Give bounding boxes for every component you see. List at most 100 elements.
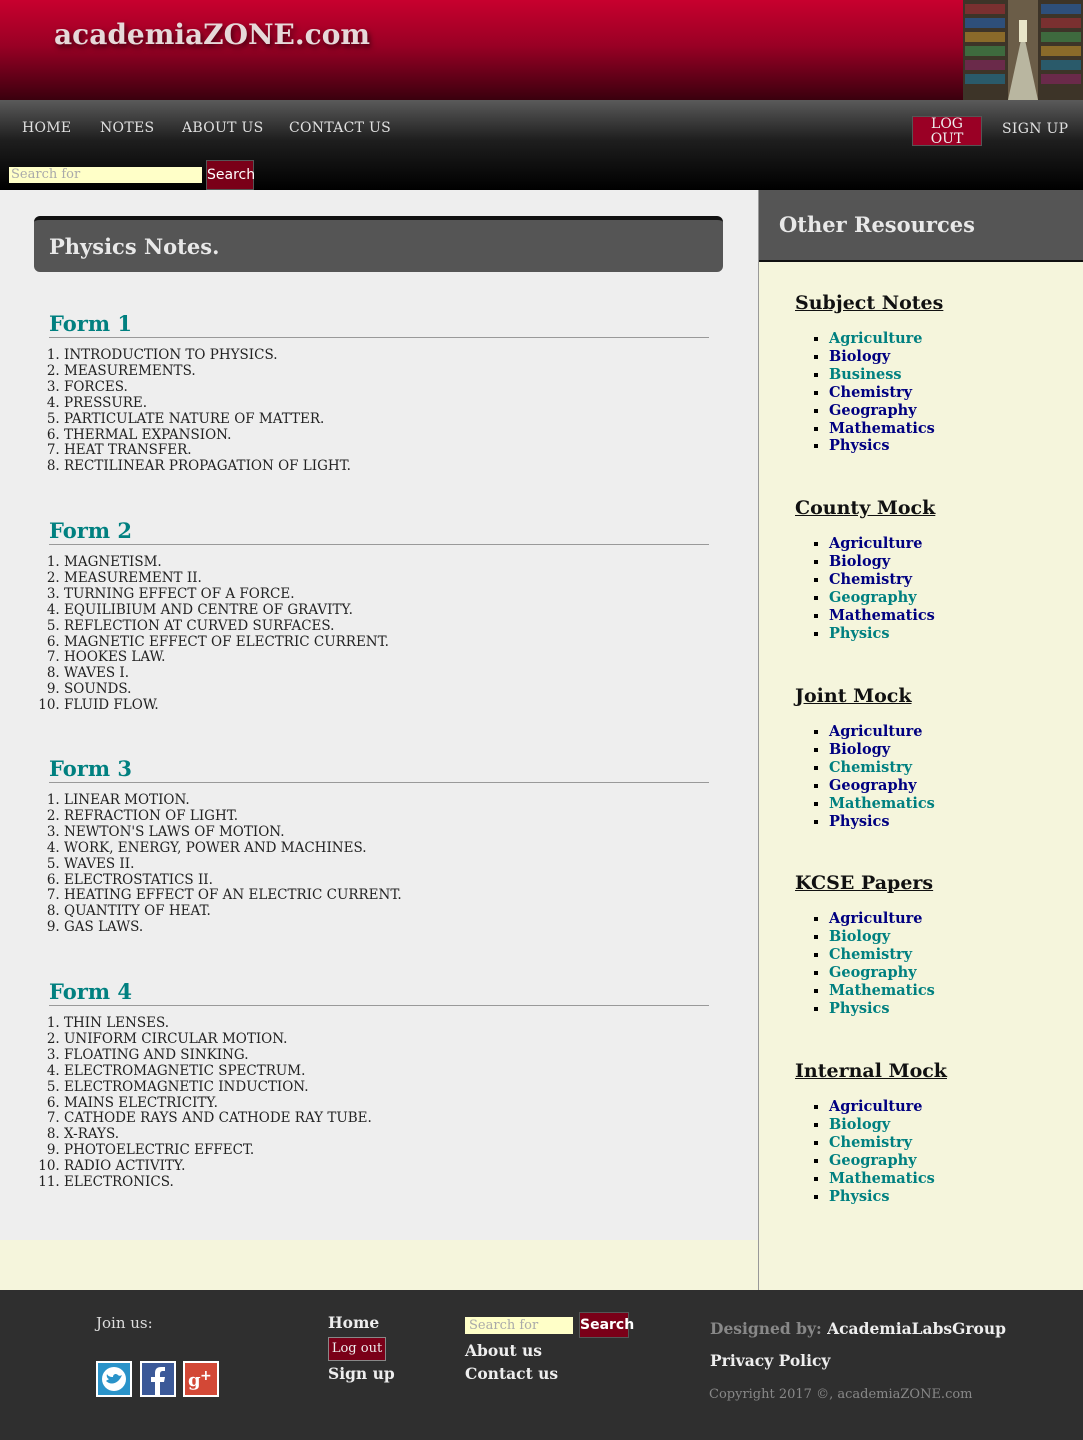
resource-link-agriculture[interactable]: Agriculture xyxy=(829,535,923,552)
topic-link[interactable]: INTRODUCTION TO PHYSICS. xyxy=(64,347,278,363)
topic-link[interactable]: THERMAL EXPANSION. xyxy=(64,427,231,443)
resource-link-mathematics[interactable]: Mathematics xyxy=(829,1170,935,1187)
google-plus-icon[interactable]: g + xyxy=(183,1361,219,1397)
nav-about-us[interactable]: ABOUT US xyxy=(182,120,264,136)
svg-text:+: + xyxy=(200,1368,212,1384)
resource-link-physics[interactable]: Physics xyxy=(829,625,890,642)
privacy-policy-link[interactable]: Privacy Policy xyxy=(710,1351,830,1370)
resource-link-mathematics[interactable]: Mathematics xyxy=(829,795,935,812)
logout-button[interactable]: LOG OUT xyxy=(912,116,982,147)
resource-link-geography[interactable]: Geography xyxy=(829,964,917,981)
resource-link-business[interactable]: Business xyxy=(829,366,902,383)
resource-group-kcse-papers: KCSE Papers AgricultureBiologyChemistryG… xyxy=(795,870,1055,1017)
twitter-icon[interactable] xyxy=(96,1361,132,1397)
resource-link-mathematics[interactable]: Mathematics xyxy=(829,607,935,624)
topic-link[interactable]: HOOKES LAW. xyxy=(64,649,165,665)
topic-link[interactable]: UNIFORM CIRCULAR MOTION. xyxy=(64,1031,287,1047)
topic-link[interactable]: REFRACTION OF LIGHT. xyxy=(64,808,238,824)
topic-link[interactable]: ELECTROMAGNETIC SPECTRUM. xyxy=(64,1063,305,1079)
topic-link[interactable]: TURNING EFFECT OF A FORCE. xyxy=(64,586,295,602)
topic-link[interactable]: GAS LAWS. xyxy=(64,919,143,935)
resource-link-physics[interactable]: Physics xyxy=(829,437,890,454)
resource-link-biology[interactable]: Biology xyxy=(829,741,890,758)
form-section-2: Form 2 MAGNETISM.MEASUREMENT II.TURNING … xyxy=(49,518,709,714)
form-section-3: Form 3 LINEAR MOTION.REFRACTION OF LIGHT… xyxy=(49,756,709,936)
nav-notes[interactable]: NOTES xyxy=(100,120,154,136)
resource-group-title[interactable]: County Mock xyxy=(795,495,1055,521)
topic-link[interactable]: CATHODE RAYS AND CATHODE RAY TUBE. xyxy=(64,1110,372,1126)
footer-contact-link[interactable]: Contact us xyxy=(465,1364,558,1383)
topic-link[interactable]: MEASUREMENTS. xyxy=(64,363,196,379)
resource-link-chemistry[interactable]: Chemistry xyxy=(829,759,912,776)
resource-link-chemistry[interactable]: Chemistry xyxy=(829,1134,912,1151)
resource-group-title[interactable]: Joint Mock xyxy=(795,683,1055,709)
site-logo[interactable]: academiaZONE.com xyxy=(54,18,370,51)
topic-link[interactable]: FLUID FLOW. xyxy=(64,697,159,713)
resource-link-biology[interactable]: Biology xyxy=(829,553,890,570)
resource-group-title[interactable]: Subject Notes xyxy=(795,290,1055,316)
resource-link-agriculture[interactable]: Agriculture xyxy=(829,723,923,740)
designed-by-value[interactable]: AcademiaLabsGroup xyxy=(827,1319,1006,1338)
topic-link[interactable]: WORK, ENERGY, POWER AND MACHINES. xyxy=(64,840,367,856)
topic-link[interactable]: ELECTRONICS. xyxy=(64,1174,174,1190)
topic-link[interactable]: THIN LENSES. xyxy=(64,1015,169,1031)
search-button[interactable]: Search xyxy=(206,160,255,190)
resource-link-geography[interactable]: Geography xyxy=(829,402,917,419)
resource-link-agriculture[interactable]: Agriculture xyxy=(829,330,923,347)
resource-link-chemistry[interactable]: Chemistry xyxy=(829,571,912,588)
resource-link-physics[interactable]: Physics xyxy=(829,1188,890,1205)
footer-about-link[interactable]: About us xyxy=(465,1341,542,1360)
search-input[interactable]: Search for xyxy=(9,167,202,183)
topic-link[interactable]: FLOATING AND SINKING. xyxy=(64,1047,249,1063)
footer-signup-link[interactable]: Sign up xyxy=(328,1364,395,1383)
resource-link-biology[interactable]: Biology xyxy=(829,348,890,365)
resource-link-agriculture[interactable]: Agriculture xyxy=(829,910,923,927)
resource-link-chemistry[interactable]: Chemistry xyxy=(829,946,912,963)
nav-contact-us[interactable]: CONTACT US xyxy=(289,120,391,136)
topic-link[interactable]: HEAT TRANSFER. xyxy=(64,442,192,458)
resource-group-title[interactable]: KCSE Papers xyxy=(795,870,1055,896)
topic-link[interactable]: PARTICULATE NATURE OF MATTER. xyxy=(64,411,324,427)
topic-link[interactable]: ELECTROMAGNETIC INDUCTION. xyxy=(64,1079,309,1095)
resource-link-chemistry[interactable]: Chemistry xyxy=(829,384,912,401)
topic-link[interactable]: WAVES II. xyxy=(64,856,134,872)
topic-link[interactable]: X-RAYS. xyxy=(64,1126,119,1142)
topic-link[interactable]: REFLECTION AT CURVED SURFACES. xyxy=(64,618,334,634)
nav-sign-up[interactable]: SIGN UP xyxy=(1002,121,1068,137)
topic-link[interactable]: LINEAR MOTION. xyxy=(64,792,190,808)
topic-link[interactable]: MAINS ELECTRICITY. xyxy=(64,1095,218,1111)
topic-link[interactable]: RECTILINEAR PROPAGATION OF LIGHT. xyxy=(64,458,351,474)
resource-link-mathematics[interactable]: Mathematics xyxy=(829,982,935,999)
topic-link[interactable]: SOUNDS. xyxy=(64,681,131,697)
resource-group-title[interactable]: Internal Mock xyxy=(795,1058,1055,1084)
resource-link-biology[interactable]: Biology xyxy=(829,928,890,945)
topic-item: ELECTRONICS. xyxy=(64,1174,709,1191)
topic-link[interactable]: PRESSURE. xyxy=(64,395,147,411)
resource-link-geography[interactable]: Geography xyxy=(829,589,917,606)
facebook-icon[interactable] xyxy=(140,1361,176,1397)
topic-link[interactable]: NEWTON'S LAWS OF MOTION. xyxy=(64,824,285,840)
topic-link[interactable]: EQUILIBIUM AND CENTRE OF GRAVITY. xyxy=(64,602,353,618)
resource-link-geography[interactable]: Geography xyxy=(829,1152,917,1169)
topic-link[interactable]: MAGNETIC EFFECT OF ELECTRIC CURRENT. xyxy=(64,634,389,650)
resource-link-physics[interactable]: Physics xyxy=(829,1000,890,1017)
topic-link[interactable]: QUANTITY OF HEAT. xyxy=(64,903,211,919)
nav-home[interactable]: HOME xyxy=(22,120,71,136)
footer-search-input[interactable]: Search for xyxy=(465,1317,573,1334)
resource-link-physics[interactable]: Physics xyxy=(829,813,890,830)
footer-home-link[interactable]: Home xyxy=(328,1313,379,1332)
resource-link-agriculture[interactable]: Agriculture xyxy=(829,1098,923,1115)
topic-link[interactable]: WAVES I. xyxy=(64,665,129,681)
topic-link[interactable]: MAGNETISM. xyxy=(64,554,162,570)
resource-link-biology[interactable]: Biology xyxy=(829,1116,890,1133)
topic-link[interactable]: MEASUREMENT II. xyxy=(64,570,202,586)
topic-link[interactable]: ELECTROSTATICS II. xyxy=(64,872,213,888)
topic-link[interactable]: RADIO ACTIVITY. xyxy=(64,1158,185,1174)
topic-link[interactable]: HEATING EFFECT OF AN ELECTRIC CURRENT. xyxy=(64,887,402,903)
footer-logout-button[interactable]: Log out xyxy=(328,1337,386,1361)
topic-link[interactable]: FORCES. xyxy=(64,379,128,395)
footer-search-button[interactable]: Search xyxy=(579,1312,634,1338)
resource-link-geography[interactable]: Geography xyxy=(829,777,917,794)
topic-link[interactable]: PHOTOELECTRIC EFFECT. xyxy=(64,1142,254,1158)
resource-link-mathematics[interactable]: Mathematics xyxy=(829,420,935,437)
